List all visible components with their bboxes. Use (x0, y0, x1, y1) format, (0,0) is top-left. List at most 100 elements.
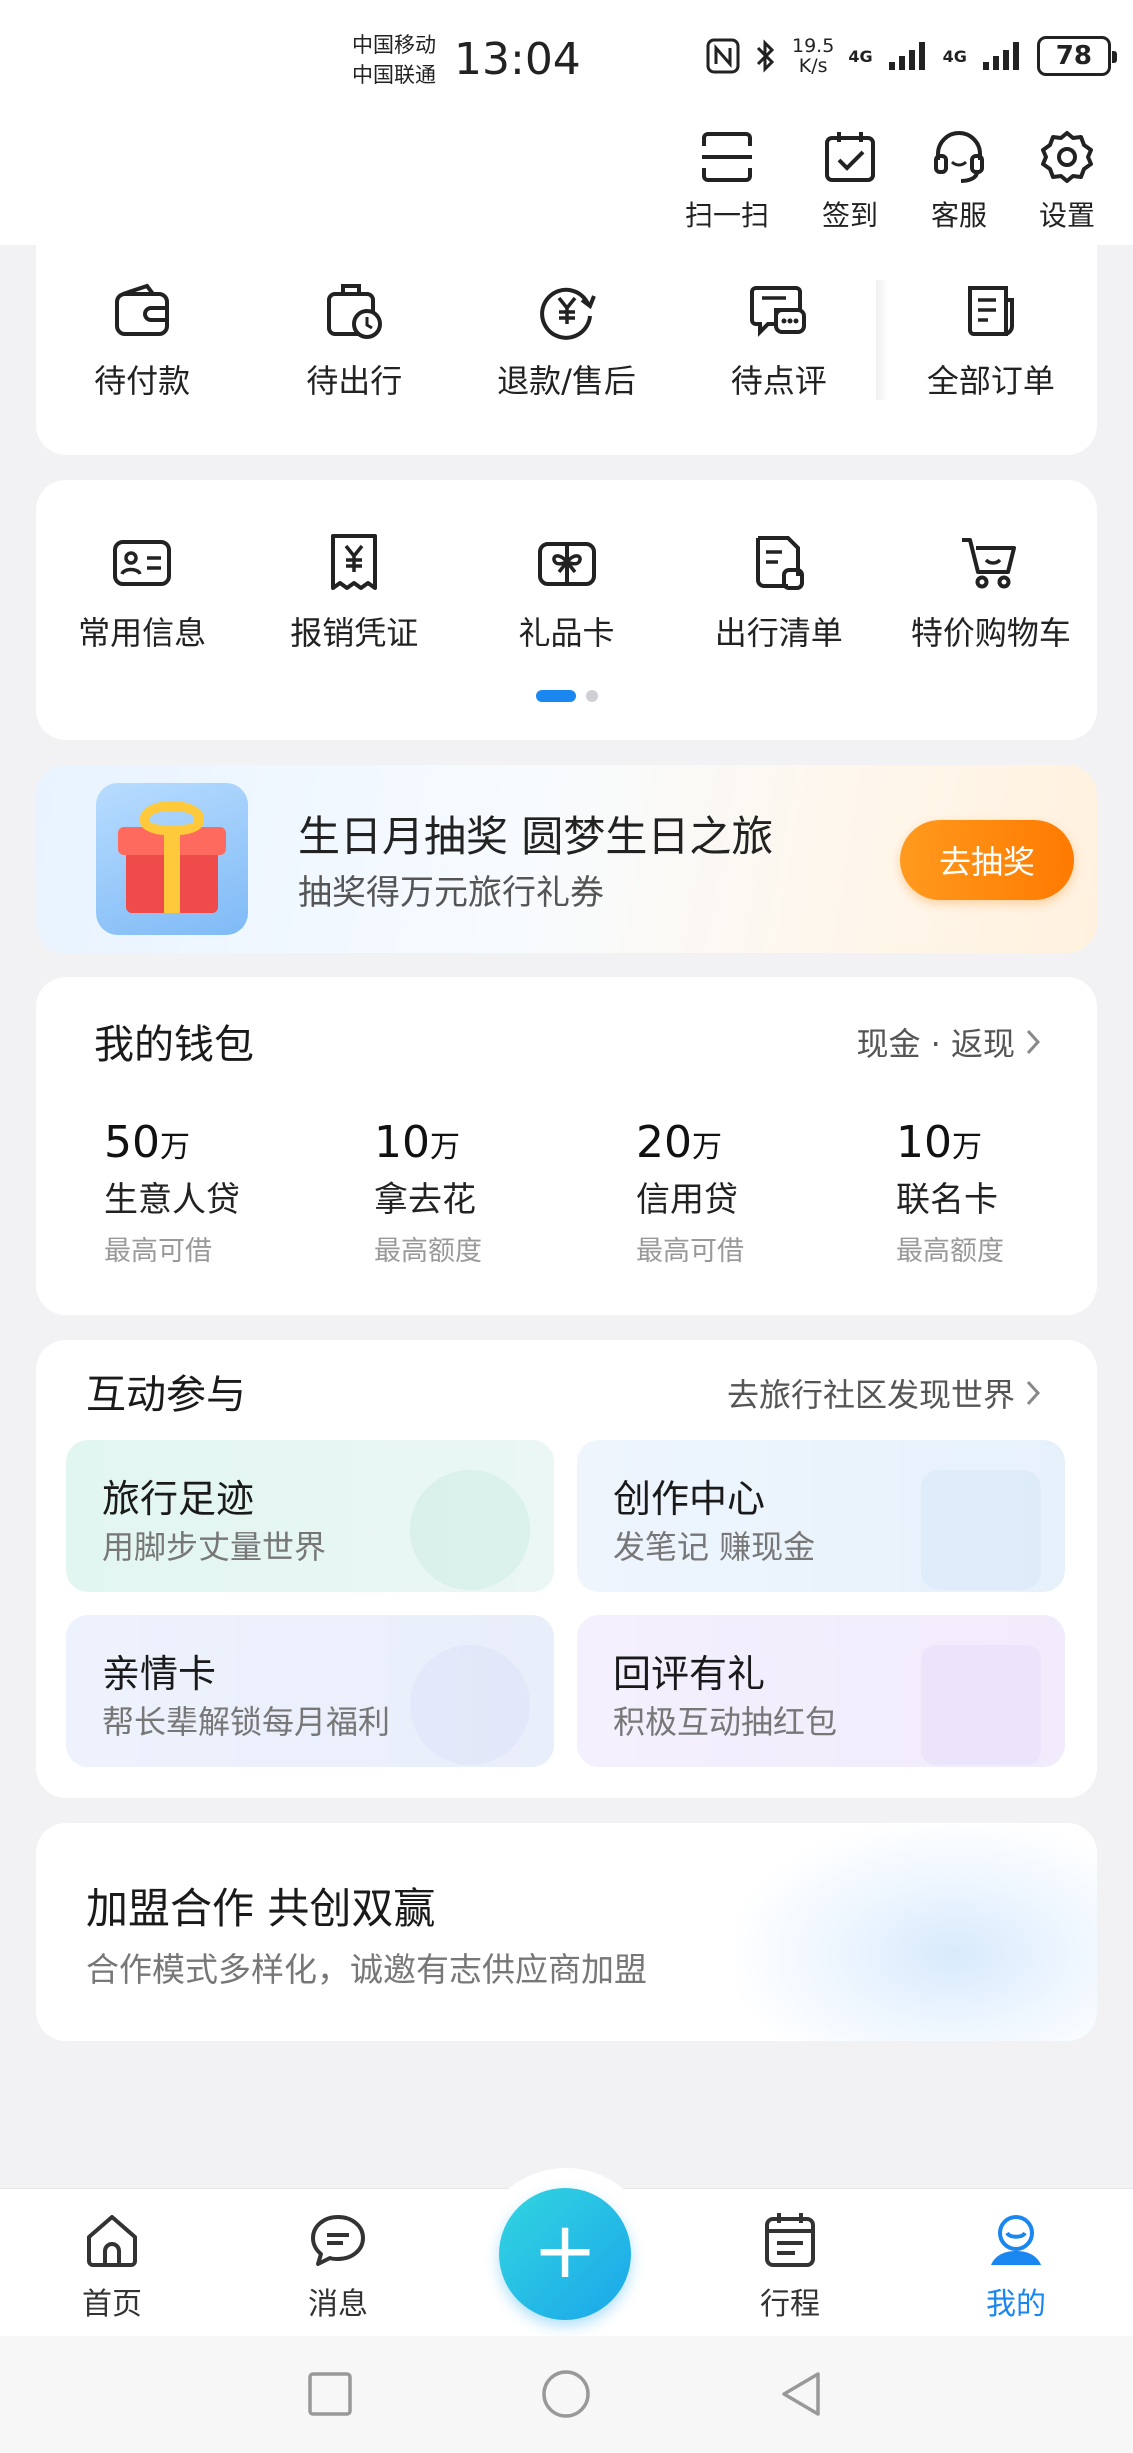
checkin-button[interactable]: 签到 (795, 128, 905, 234)
receipt-icon (331, 534, 378, 590)
tile-family-card[interactable]: 亲情卡 帮长辈解锁每月福利 (66, 1615, 554, 1767)
tool-travel-checklist-label: 出行清单 (714, 614, 843, 652)
order-all[interactable]: 全部订单 (885, 278, 1097, 402)
order-pending-travel-label: 待出行 (306, 362, 403, 400)
home-icon (87, 2215, 137, 2267)
network-type-2: 4G (942, 46, 967, 66)
carrier-2: 中国联通 (352, 63, 436, 87)
wallet-item-name: 联名卡 (896, 1180, 998, 1220)
wallet-amount: 10万 (374, 1117, 460, 1168)
wallet-item-note: 最高额度 (374, 1236, 482, 1267)
bluetooth-icon (756, 39, 775, 73)
tool-gift-card[interactable]: 礼品卡 (460, 530, 672, 654)
wallet-item-business-loan[interactable]: 50万 生意人贷 最高可借 (104, 1117, 240, 1268)
wallet-item-naquhua[interactable]: 10万 拿去花 最高额度 (374, 1117, 482, 1268)
order-pending-payment[interactable]: 待付款 (36, 278, 248, 402)
luggage-clock-icon (327, 284, 383, 339)
chevron-right-icon (1026, 1380, 1041, 1406)
interaction-title: 互动参与 (86, 1372, 246, 1418)
order-pending-payment-label: 待付款 (94, 362, 191, 400)
order-refund-label: 退款/售后 (497, 362, 636, 400)
wallet-item-note: 最高可借 (104, 1236, 212, 1267)
page-dot (585, 690, 598, 702)
wallet-item-note: 最高额度 (896, 1236, 1004, 1267)
nav-profile[interactable]: 我的 (956, 2209, 1076, 2323)
tile-review-reward[interactable]: 回评有礼 积极互动抽红包 (577, 1615, 1065, 1767)
scan-label: 扫一扫 (684, 199, 769, 232)
cart-icon (961, 538, 1016, 589)
tool-common-info[interactable]: 常用信息 (36, 530, 248, 654)
birthday-lottery-banner[interactable]: 生日月抽奖 圆梦生日之旅 抽奖得万元旅行礼券 去抽奖 (36, 765, 1097, 953)
customer-service-button[interactable]: 客服 (904, 128, 1014, 234)
tools-page-indicator (0, 690, 1133, 702)
clock: 13:04 (454, 34, 581, 85)
wallet-item-name: 信用贷 (636, 1180, 738, 1220)
order-pending-review[interactable]: 待点评 (673, 278, 885, 402)
wallet-item-note: 最高可借 (636, 1236, 744, 1267)
tool-deal-cart-label: 特价购物车 (910, 614, 1071, 652)
franchise-title: 加盟合作 共创双赢 (86, 1884, 436, 1933)
wallet-item-credit-loan[interactable]: 20万 信用贷 最高可借 (636, 1117, 744, 1268)
lottery-button[interactable]: 去抽奖 (900, 820, 1074, 900)
order-refund[interactable]: 退款/售后 (460, 278, 672, 402)
tool-reimbursement[interactable]: 报销凭证 (248, 530, 460, 654)
signal-icon (888, 42, 925, 70)
nav-messages[interactable]: 消息 (278, 2209, 398, 2323)
wallet-amount: 50万 (104, 1117, 190, 1168)
wallet-item-cobrand-card[interactable]: 10万 联名卡 最高额度 (896, 1117, 1004, 1268)
wallet-item-name: 生意人贷 (104, 1180, 240, 1220)
wallet-amount: 10万 (896, 1117, 982, 1168)
tile-title: 亲情卡 (102, 1652, 217, 1696)
gift-card-icon (537, 542, 596, 586)
franchise-card[interactable]: 加盟合作 共创双赢 合作模式多样化，诚邀有志供应商加盟 (36, 1823, 1097, 2041)
publish-button[interactable]: + (499, 2188, 631, 2320)
tile-subtitle: 帮长辈解锁每月福利 (102, 1703, 391, 1741)
nav-profile-label: 我的 (986, 2287, 1046, 2322)
tool-gift-card-label: 礼品卡 (518, 614, 615, 652)
tile-creator-center[interactable]: 创作中心 发笔记 赚现金 (577, 1440, 1065, 1592)
banner-title: 生日月抽奖 圆梦生日之旅 (298, 812, 774, 861)
order-pending-review-label: 待点评 (730, 362, 827, 400)
home-nav-icon[interactable] (538, 2366, 594, 2422)
customer-service-label: 客服 (930, 199, 987, 232)
interaction-card: 互动参与 去旅行社区发现世界 旅行足迹 用脚步丈量世界 创作中心 发笔记 赚现金… (36, 1340, 1097, 1798)
tool-deal-cart[interactable]: 特价购物车 (885, 530, 1097, 654)
order-all-label: 全部订单 (926, 362, 1055, 400)
comment-icon (749, 286, 806, 337)
signal-icon (982, 42, 1019, 70)
tool-common-info-label: 常用信息 (78, 614, 207, 652)
order-pending-travel[interactable]: 待出行 (248, 278, 460, 402)
community-link[interactable]: 去旅行社区发现世界 (727, 1370, 1041, 1416)
tile-subtitle: 用脚步丈量世界 (102, 1528, 327, 1566)
tile-travel-footprint[interactable]: 旅行足迹 用脚步丈量世界 (66, 1440, 554, 1592)
refund-icon (539, 287, 596, 340)
nav-itinerary-label: 行程 (760, 2287, 820, 2322)
banner-subtitle: 抽奖得万元旅行礼券 (298, 873, 604, 913)
handshake-icon (737, 1823, 1097, 2041)
wallet-amount: 20万 (636, 1117, 722, 1168)
back-icon[interactable] (774, 2366, 830, 2422)
tool-shortcuts: 常用信息 报销凭证 礼品卡 出行清单 特价购物车 (36, 530, 1097, 654)
tile-title: 创作中心 (613, 1477, 766, 1521)
scan-button[interactable]: 扫一扫 (672, 128, 782, 234)
wallet-title: 我的钱包 (94, 1022, 254, 1068)
battery-indicator: 78 (1036, 36, 1117, 76)
checklist-icon (755, 536, 804, 590)
nav-itinerary[interactable]: 行程 (730, 2209, 850, 2323)
franchise-subtitle: 合作模式多样化，诚邀有志供应商加盟 (86, 1950, 647, 1989)
wallet-link-label: 现金 · 返现 (856, 1025, 1015, 1063)
wallet-item-name: 拿去花 (374, 1180, 476, 1220)
wallet-cash-link[interactable]: 现金 · 返现 (856, 1019, 1041, 1065)
nav-home[interactable]: 首页 (52, 2209, 172, 2323)
all-orders-divider (876, 280, 888, 400)
chevron-right-icon (1026, 1029, 1041, 1055)
settings-button[interactable]: 设置 (1012, 128, 1122, 234)
tool-travel-checklist[interactable]: 出行清单 (673, 530, 885, 654)
status-icons: 19.5 K/s 4G 4G 78 (706, 36, 1117, 76)
order-shortcuts: 待付款 待出行 退款/售后 待点评 全部订单 (36, 278, 1097, 402)
recent-apps-icon[interactable] (302, 2366, 358, 2422)
top-action-bar: 扫一扫 签到 客服 设置 (0, 120, 1133, 245)
wallet-icon (115, 283, 170, 336)
orders-card: 待付款 待出行 退款/售后 待点评 全部订单 (36, 230, 1097, 455)
pen-house-icon (921, 1470, 1041, 1590)
